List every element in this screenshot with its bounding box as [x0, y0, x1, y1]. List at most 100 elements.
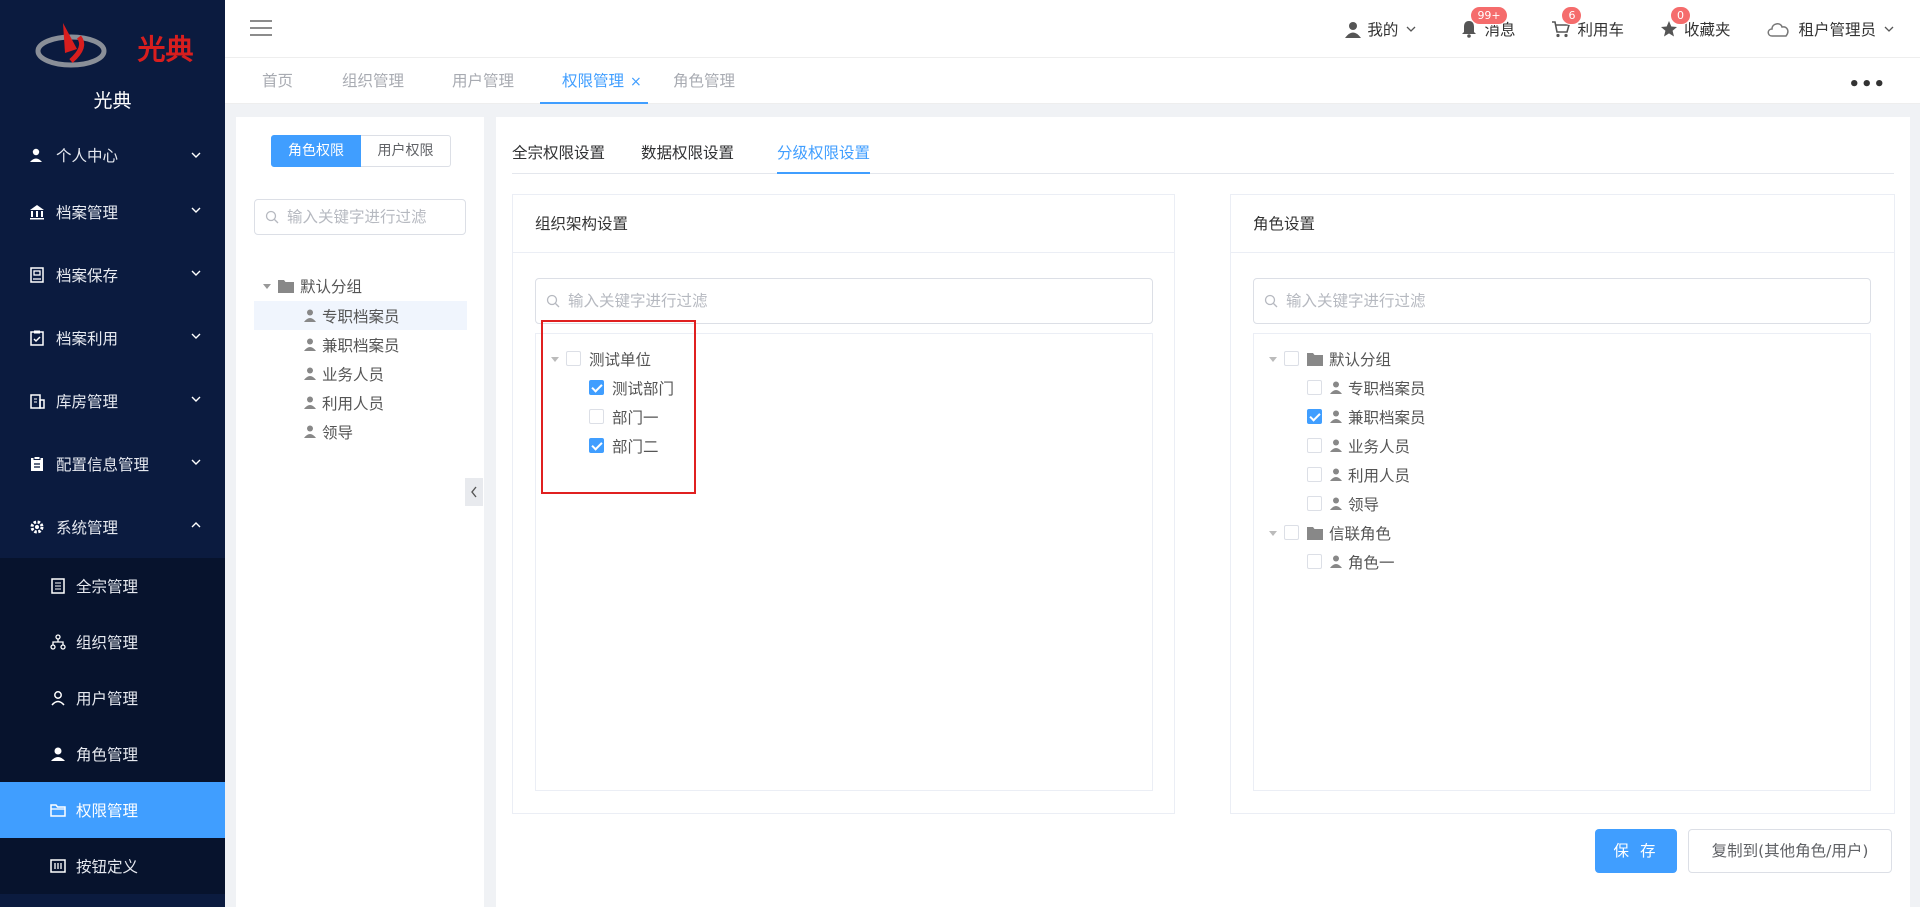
close-icon[interactable]: ×	[630, 74, 642, 90]
tree-group-default[interactable]: 默认分组	[262, 271, 362, 300]
top-bar: 我的 99+ 消息 6 利用车 0 收藏夹 租户管理员	[225, 0, 1920, 58]
user-dropdown[interactable]: 租户管理员	[1766, 18, 1902, 40]
caret-down-icon[interactable]	[262, 281, 272, 291]
role-search-input[interactable]	[287, 208, 457, 226]
role-tree-item[interactable]: 角色一	[1307, 547, 1395, 576]
sidebar-item-label: 库房管理	[56, 392, 119, 411]
user-icon	[304, 396, 316, 409]
role-tree-search-input[interactable]	[1286, 292, 1802, 310]
sidebar-item-label: 档案保存	[56, 266, 119, 285]
role-permission-button[interactable]: 角色权限	[271, 135, 361, 167]
tab-role-manage[interactable]: 角色管理	[673, 58, 735, 104]
chevron-down-icon	[191, 459, 201, 465]
cloud-icon	[1767, 23, 1790, 37]
role-tree-item[interactable]: 兼职档案员	[1307, 402, 1426, 431]
caret-down-icon[interactable]	[1268, 354, 1278, 364]
role-list-panel: 角色权限 用户权限 默认分组 专职档案员 兼职档案员 业务人员 利用人员 领导	[236, 117, 484, 907]
role-tree-item[interactable]: 利用人员	[1307, 460, 1410, 489]
role-tree: 默认分组 专职档案员 兼职档案员 业务人员 利用人员 领导 信联角色 角色一	[1253, 333, 1871, 791]
tab-org-manage[interactable]: 组织管理	[342, 58, 404, 104]
role-settings-card: 角色设置 默认分组 专职档案员 兼职档案员	[1230, 194, 1895, 814]
sidebar-item-org[interactable]: 组织管理	[0, 614, 225, 670]
tab-fonds-permission[interactable]: 全宗权限设置	[512, 132, 605, 174]
save-button[interactable]: 保 存	[1595, 829, 1677, 873]
tree-item-role[interactable]: 利用人员	[304, 388, 384, 417]
sidebar-item-roles[interactable]: 角色管理	[0, 726, 225, 782]
folder-open-icon	[50, 802, 66, 818]
sidebar-item-warehouse[interactable]: 库房管理	[0, 369, 225, 432]
sidebar-item-personal[interactable]: 个人中心	[0, 130, 225, 180]
checkbox[interactable]	[1284, 351, 1299, 366]
user-icon	[304, 309, 316, 322]
user-permission-button[interactable]: 用户权限	[361, 135, 451, 167]
role-tree-item[interactable]: 业务人员	[1307, 431, 1410, 460]
tab-data-permission[interactable]: 数据权限设置	[641, 132, 734, 174]
tab-home[interactable]: 首页	[262, 58, 293, 104]
role-tree-group[interactable]: 信联角色	[1268, 518, 1391, 547]
logo-text: 光典	[137, 33, 194, 66]
sidebar-item-label: 按钮定义	[76, 858, 139, 876]
sidebar-item-archive-use[interactable]: 档案利用	[0, 306, 225, 369]
user-icon	[1330, 410, 1342, 423]
chevron-down-icon	[191, 396, 201, 402]
tab-user-manage[interactable]: 用户管理	[452, 58, 514, 104]
user-icon	[1330, 468, 1342, 481]
folder-icon	[278, 279, 294, 293]
tree-item-role[interactable]: 领导	[304, 417, 353, 446]
user-icon	[304, 425, 316, 438]
checkbox[interactable]	[1307, 554, 1322, 569]
org-search-input[interactable]	[568, 292, 1084, 310]
user-name: 租户管理员	[1798, 21, 1876, 39]
permission-main-panel: 全宗权限设置 数据权限设置 分级权限设置 组织架构设置 测试单位 测试部门 部门…	[496, 117, 1910, 907]
chevron-down-icon	[191, 270, 201, 276]
tab-permission-manage[interactable]: 权限管理 ×	[540, 58, 648, 104]
hamburger-menu-icon[interactable]	[250, 19, 272, 37]
mine-dropdown[interactable]: 我的	[1345, 18, 1424, 40]
logo: 光典	[0, 0, 225, 78]
sidebar-item-users[interactable]: 用户管理	[0, 670, 225, 726]
checkbox[interactable]	[1307, 438, 1322, 453]
messages-button[interactable]: 99+ 消息	[1460, 6, 1515, 40]
role-tree-item[interactable]: 专职档案员	[1307, 373, 1426, 402]
tree-item-label: 利用人员	[322, 394, 385, 413]
tree-item-role[interactable]: 兼职档案员	[304, 330, 400, 359]
checkbox[interactable]	[1307, 496, 1322, 511]
collapse-panel-button[interactable]	[465, 478, 483, 506]
sidebar-item-permissions[interactable]: 权限管理	[0, 782, 225, 838]
checkbox-checked[interactable]	[1307, 409, 1322, 424]
sidebar-item-config[interactable]: 配置信息管理	[0, 432, 225, 495]
role-tree-item[interactable]: 领导	[1307, 489, 1379, 518]
favorites-badge: 0	[1669, 6, 1691, 25]
sidebar-item-label: 组织管理	[76, 634, 139, 652]
chevron-down-icon	[1406, 26, 1416, 32]
checkbox[interactable]	[1307, 467, 1322, 482]
caret-down-icon[interactable]	[1268, 528, 1278, 538]
gear-icon	[28, 518, 46, 536]
user-icon	[1330, 439, 1342, 452]
tree-group-label: 默认分组	[300, 277, 363, 296]
copy-to-button[interactable]: 复制到(其他角色/用户)	[1688, 829, 1892, 873]
sidebar-item-button-def[interactable]: 按钮定义	[0, 838, 225, 894]
role-item-label: 业务人员	[1348, 437, 1411, 456]
chevron-down-icon	[191, 333, 201, 339]
sidebar-item-archive-manage[interactable]: 档案管理	[0, 180, 225, 243]
archive-save-icon	[28, 266, 46, 284]
cart-button[interactable]: 6 利用车	[1551, 6, 1624, 40]
sidebar-item-system[interactable]: 系统管理	[0, 495, 225, 558]
checkbox[interactable]	[1307, 380, 1322, 395]
tab-hierarchy-permission[interactable]: 分级权限设置	[777, 132, 871, 174]
sidebar-item-fonds[interactable]: 全宗管理	[0, 558, 225, 614]
checkbox[interactable]	[1284, 525, 1299, 540]
tree-item-role[interactable]: 专职档案员	[304, 301, 400, 330]
tree-item-label: 专职档案员	[322, 307, 400, 326]
user-icon	[1345, 21, 1362, 38]
favorites-button[interactable]: 0 收藏夹	[1660, 6, 1730, 40]
role-tree-group[interactable]: 默认分组	[1268, 344, 1391, 373]
sidebar-item-archive-save[interactable]: 档案保存	[0, 243, 225, 306]
user-solid-icon	[50, 746, 66, 762]
org-structure-card: 组织架构设置 测试单位 测试部门 部门一 部门二	[512, 194, 1175, 814]
more-icon[interactable]: •••	[1848, 74, 1886, 95]
system-submenu: 全宗管理 组织管理 用户管理 角色管理 权限管理 按钮定义	[0, 558, 225, 894]
tree-item-role[interactable]: 业务人员	[304, 359, 384, 388]
chevron-left-icon	[471, 486, 477, 498]
